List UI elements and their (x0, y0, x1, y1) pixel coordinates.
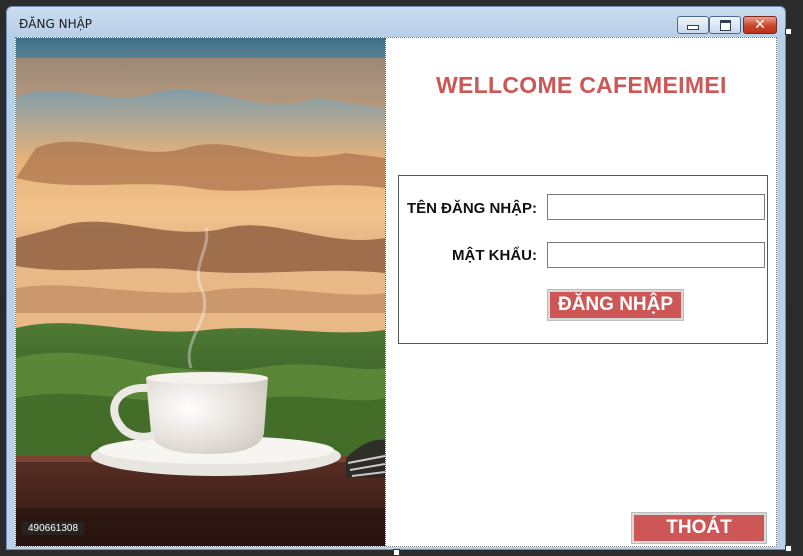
resize-handle-top-right[interactable] (785, 28, 792, 35)
username-label: TÊN ĐĂNG NHẬP: (407, 200, 537, 217)
resize-handle-bottom-right[interactable] (785, 545, 792, 552)
form-client-area: 490661308 WELLCOME CAFEMEIMEI TÊN ĐĂNG N… (15, 37, 777, 547)
close-icon: ✕ (754, 17, 766, 33)
password-input[interactable] (547, 242, 765, 268)
coffee-cup-landscape-photo (16, 38, 385, 546)
window-title: ĐĂNG NHẬP (19, 17, 93, 31)
login-button[interactable]: ĐĂNG NHẬP (547, 289, 684, 321)
minimize-button[interactable] (677, 16, 709, 34)
password-label: MẬT KHẨU: (452, 247, 537, 264)
login-window: ĐĂNG NHẬP ✕ 490661308 WELLCOME CAFEMEIME… (6, 6, 786, 550)
exit-button[interactable]: THOÁT (631, 512, 767, 544)
welcome-title: WELLCOME CAFEMEIMEI (436, 72, 727, 98)
close-button[interactable]: ✕ (743, 16, 777, 34)
username-input[interactable] (547, 194, 765, 220)
coffee-photo: 490661308 (16, 38, 386, 546)
login-groupbox: TÊN ĐĂNG NHẬP: MẬT KHẨU: ĐĂNG NHẬP (398, 175, 768, 344)
maximize-button[interactable] (709, 16, 741, 34)
resize-handle-bottom[interactable] (393, 549, 400, 556)
photo-stock-id: 490661308 (22, 522, 85, 535)
minimize-icon (687, 25, 699, 30)
maximize-icon (719, 19, 731, 31)
title-bar[interactable]: ĐĂNG NHẬP ✕ (7, 7, 785, 37)
